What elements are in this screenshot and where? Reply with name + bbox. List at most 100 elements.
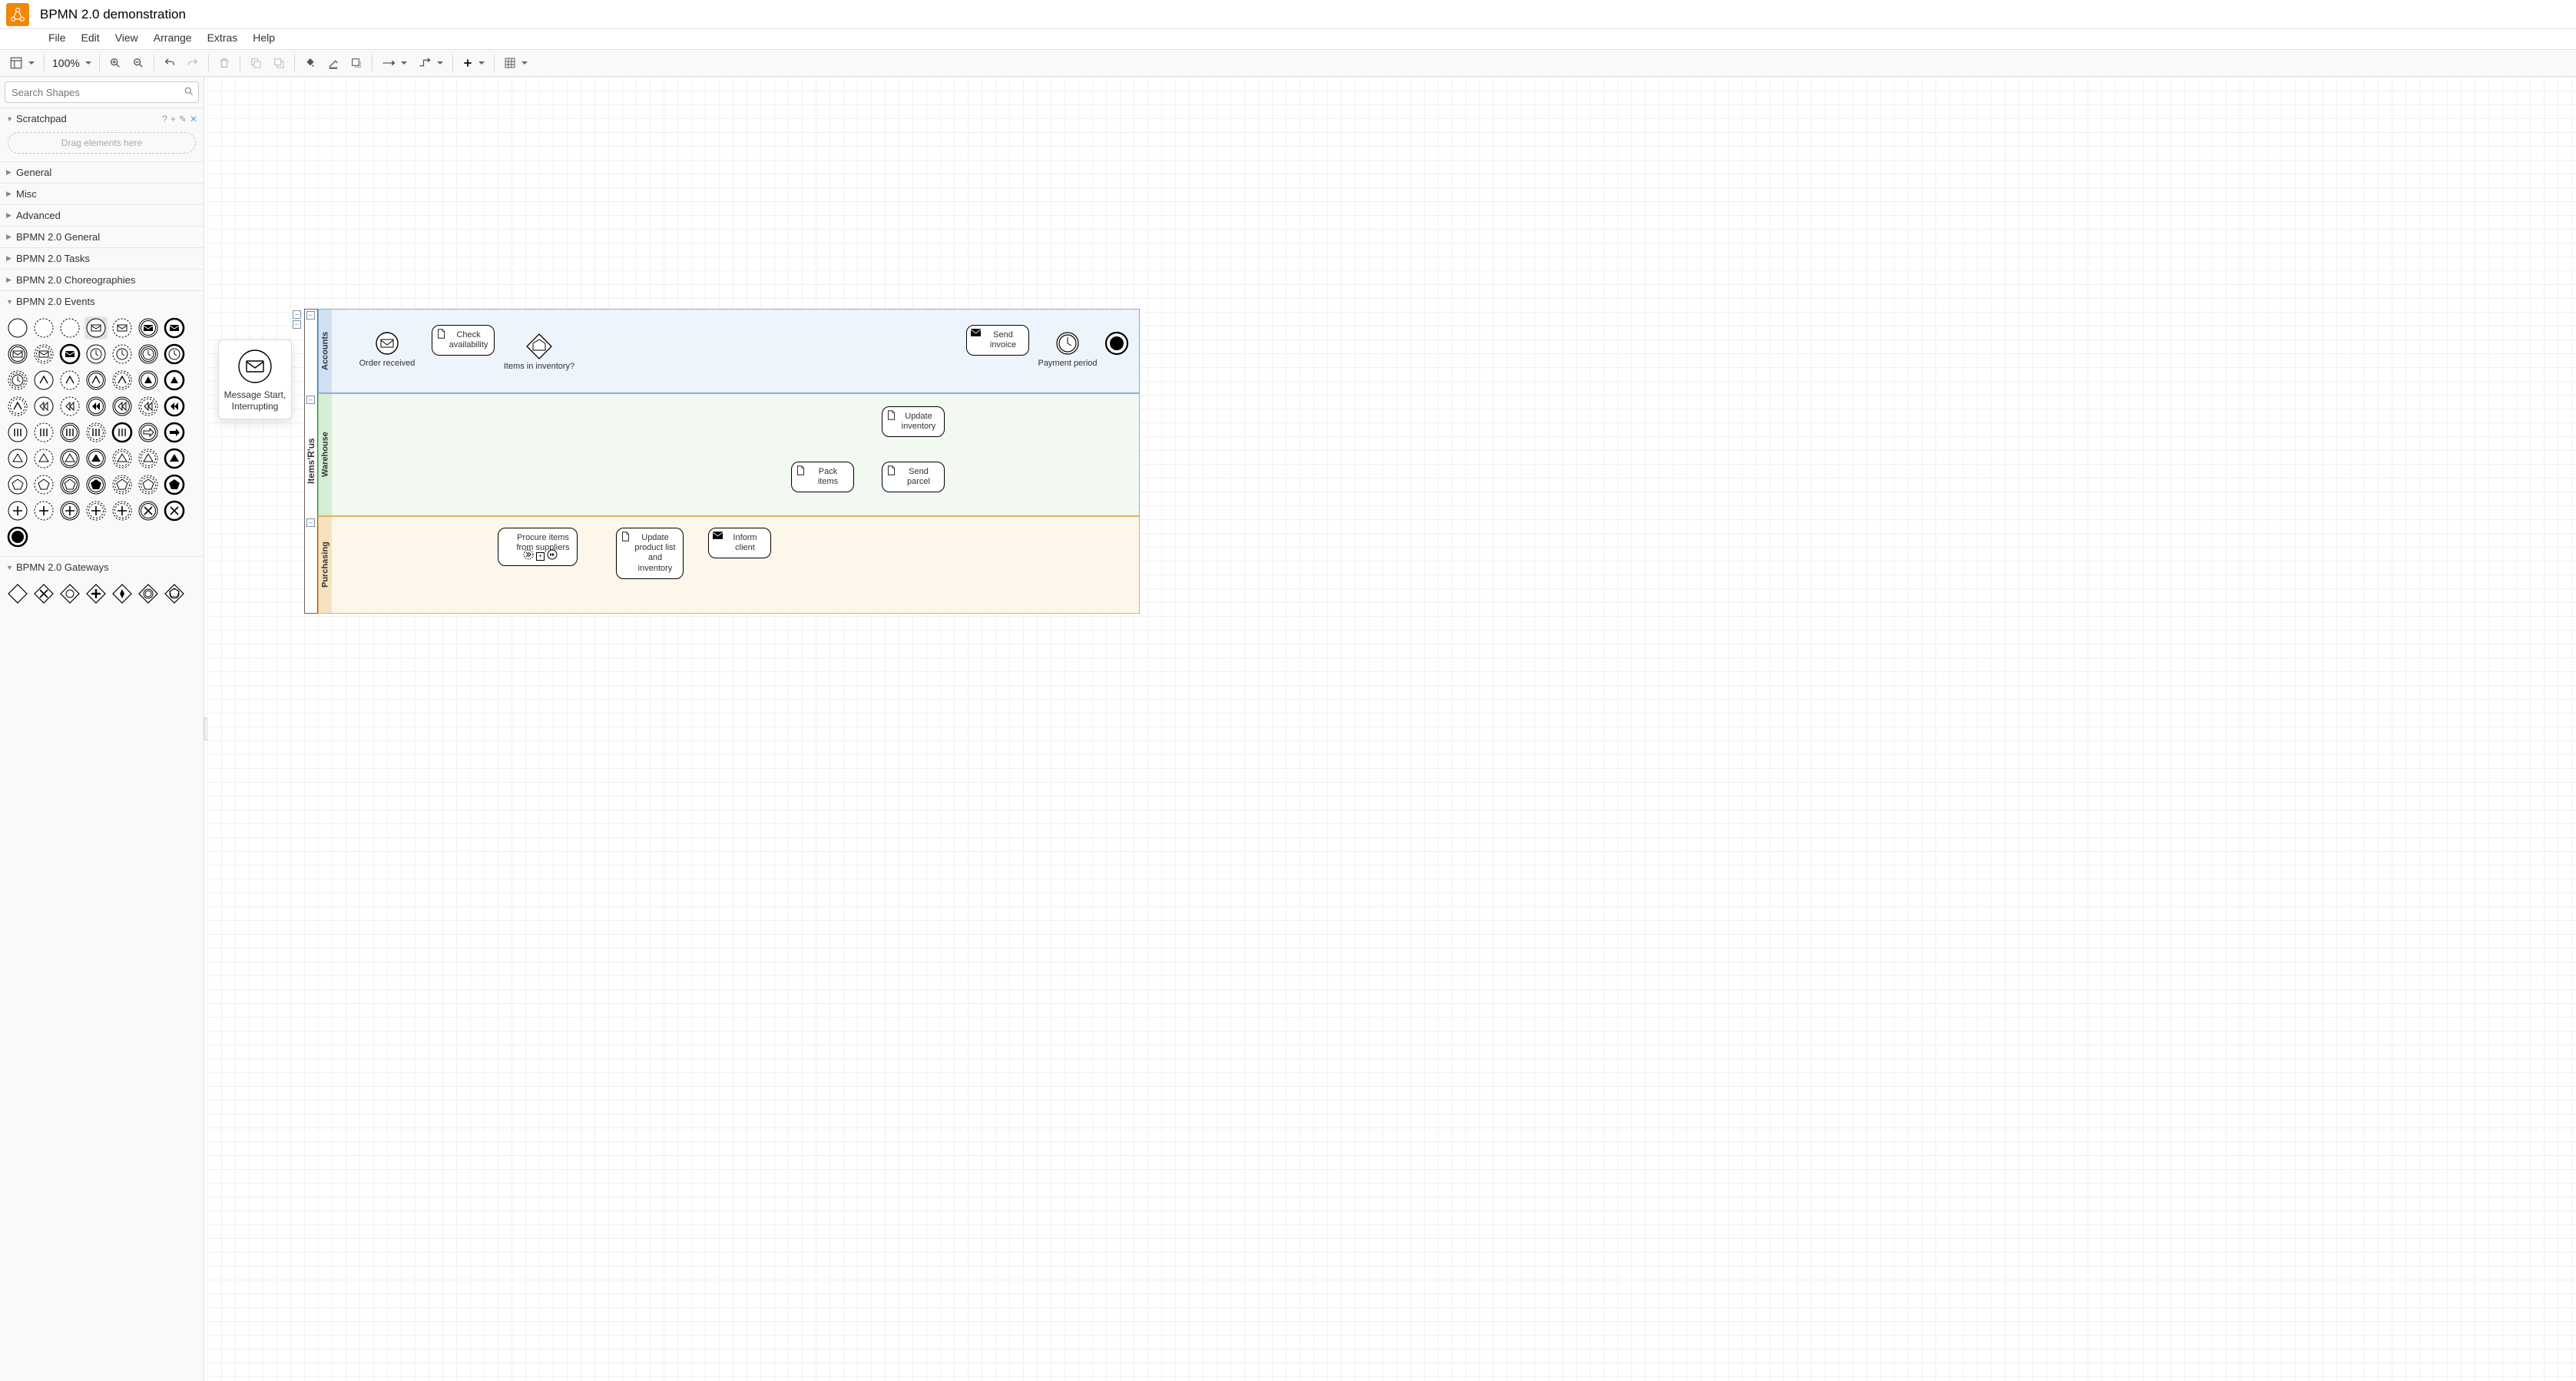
plus-icon[interactable]: + [171, 114, 176, 124]
event-shape[interactable] [84, 316, 108, 339]
event-shape[interactable] [111, 473, 134, 496]
section-bpmn-events[interactable]: ▼BPMN 2.0 Events [0, 291, 204, 312]
section-bpmn-tasks[interactable]: ▶BPMN 2.0 Tasks [0, 248, 204, 269]
section-general[interactable]: ▶General [0, 162, 204, 183]
scratchpad-dropzone[interactable]: Drag elements here [8, 132, 196, 154]
delete-button[interactable] [214, 52, 235, 74]
search-icon[interactable] [184, 86, 194, 99]
event-shape[interactable] [84, 343, 108, 366]
event-shape[interactable] [58, 473, 81, 496]
gateway-shape[interactable] [32, 582, 55, 605]
undo-button[interactable] [159, 52, 180, 74]
event-shape[interactable] [32, 499, 55, 522]
menu-extras[interactable]: Extras [200, 29, 245, 46]
close-icon[interactable]: ✕ [190, 114, 197, 124]
event-shape[interactable] [58, 499, 81, 522]
lane-collapse-toggle[interactable]: – [306, 518, 315, 527]
event-shape[interactable] [137, 343, 160, 366]
event-shape[interactable] [163, 447, 186, 470]
event-shape[interactable] [111, 447, 134, 470]
event-shape[interactable] [32, 369, 55, 392]
section-bpmn-choreographies[interactable]: ▶BPMN 2.0 Choreographies [0, 270, 204, 290]
fill-color-button[interactable] [300, 52, 321, 74]
subprocess-procure[interactable]: Procure items from suppliers + [498, 528, 578, 566]
event-shape[interactable] [137, 473, 160, 496]
event-shape[interactable] [32, 447, 55, 470]
to-back-button[interactable] [268, 52, 290, 74]
waypoint-style-button[interactable] [413, 52, 448, 74]
canvas[interactable]: Message Start, Interrupting – – Items'R'… [207, 77, 2576, 1381]
event-shape[interactable] [32, 343, 55, 366]
pool-collapse-toggle[interactable]: – [293, 320, 301, 329]
event-shape[interactable] [111, 343, 134, 366]
connection-style-button[interactable] [377, 52, 412, 74]
edit-icon[interactable]: ✎ [179, 114, 187, 124]
event-shape[interactable] [84, 369, 108, 392]
pool[interactable]: – – Items'R'us – Accounts Order received [304, 309, 1140, 614]
event-shape[interactable] [163, 473, 186, 496]
to-front-button[interactable] [245, 52, 267, 74]
task-inform-client[interactable]: Inform client [708, 528, 771, 558]
event-shape[interactable] [6, 473, 29, 496]
event-shape[interactable] [6, 395, 29, 418]
menu-help[interactable]: Help [246, 29, 282, 46]
section-bpmn-gateways[interactable]: ▼BPMN 2.0 Gateways [0, 557, 204, 578]
event-shape[interactable] [32, 316, 55, 339]
task-update-product-list[interactable]: Update product list and inventory [616, 528, 684, 579]
task-update-inventory[interactable]: Update inventory [882, 406, 945, 437]
redo-button[interactable] [182, 52, 204, 74]
line-color-button[interactable] [323, 52, 344, 74]
event-shape[interactable] [163, 499, 186, 522]
event-shape[interactable] [58, 395, 81, 418]
event-shape[interactable] [32, 395, 55, 418]
event-shape[interactable] [84, 447, 108, 470]
gateway-shape[interactable] [58, 582, 81, 605]
event-shape[interactable] [6, 447, 29, 470]
lane-accounts[interactable]: – Accounts Order received Check availabi… [318, 309, 1140, 393]
menu-view[interactable]: View [108, 29, 145, 46]
event-shape[interactable] [137, 447, 160, 470]
timer-event-payment-period[interactable]: Payment period [1055, 331, 1080, 356]
table-button[interactable] [499, 52, 532, 74]
start-event-order-received[interactable]: Order received [375, 331, 399, 356]
event-shape-terminate[interactable] [6, 525, 29, 548]
task-send-invoice[interactable]: Send invoice [966, 325, 1029, 356]
event-shape[interactable] [137, 395, 160, 418]
event-shape[interactable] [6, 369, 29, 392]
event-shape[interactable] [84, 499, 108, 522]
gateway-shape[interactable] [163, 582, 186, 605]
task-send-parcel[interactable]: Send parcel [882, 462, 945, 492]
zoom-out-button[interactable] [127, 52, 149, 74]
event-shape[interactable] [163, 395, 186, 418]
lane-collapse-toggle[interactable]: – [306, 311, 315, 320]
event-shape[interactable] [32, 473, 55, 496]
event-shape[interactable] [137, 499, 160, 522]
gateway-shape[interactable] [111, 582, 134, 605]
section-misc[interactable]: ▶Misc [0, 184, 204, 204]
event-shape[interactable] [58, 316, 81, 339]
lane-purchasing[interactable]: – Purchasing Procure items from supplier… [318, 516, 1140, 614]
lane-collapse-toggle[interactable]: – [306, 396, 315, 404]
event-shape[interactable] [6, 499, 29, 522]
section-bpmn-general[interactable]: ▶BPMN 2.0 General [0, 227, 204, 247]
event-shape[interactable] [6, 316, 29, 339]
gateway-shape[interactable] [84, 582, 108, 605]
menu-arrange[interactable]: Arrange [147, 29, 199, 46]
menu-file[interactable]: File [41, 29, 73, 46]
event-shape[interactable] [111, 316, 134, 339]
gateway-shape[interactable] [137, 582, 160, 605]
event-shape[interactable] [111, 499, 134, 522]
event-shape[interactable] [137, 421, 160, 444]
gateway-items-in-inventory[interactable]: Items in inventory? [525, 333, 553, 360]
event-shape[interactable] [111, 369, 134, 392]
zoom-level[interactable]: 100% [49, 52, 94, 74]
event-shape[interactable] [84, 473, 108, 496]
event-shape[interactable] [58, 421, 81, 444]
shadow-button[interactable] [346, 52, 367, 74]
event-shape[interactable] [163, 343, 186, 366]
end-event[interactable] [1104, 331, 1129, 356]
search-input[interactable] [5, 81, 199, 103]
event-shape[interactable] [6, 421, 29, 444]
section-advanced[interactable]: ▶Advanced [0, 205, 204, 226]
event-shape[interactable] [111, 395, 134, 418]
